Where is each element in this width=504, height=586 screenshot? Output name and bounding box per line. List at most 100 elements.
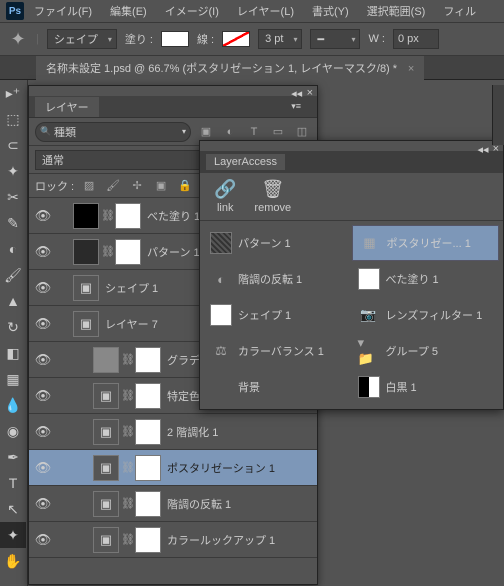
lock-all-icon[interactable]: 🔒 <box>176 177 194 195</box>
filter-adjust-icon[interactable]: ◐ <box>221 123 239 141</box>
visibility-icon[interactable]: 👁 <box>33 208 53 224</box>
shape-tool[interactable]: ✦ <box>0 522 26 548</box>
visibility-icon[interactable]: 👁 <box>33 532 53 548</box>
link-icon: ⛓ <box>121 497 135 510</box>
menu-type[interactable]: 書式(Y) <box>304 1 357 21</box>
visibility-icon[interactable]: 👁 <box>33 244 53 260</box>
visibility-icon[interactable]: 👁 <box>33 388 53 404</box>
shape-mode-dropdown[interactable]: シェイプ <box>47 29 117 49</box>
move-tool[interactable]: ▸⁺ <box>0 80 26 106</box>
path-tool[interactable]: ↖ <box>0 496 26 522</box>
access-item[interactable]: ▾📁グループ 5 <box>352 333 500 369</box>
visibility-icon[interactable]: 👁 <box>33 496 53 512</box>
heal-tool[interactable]: ◐ <box>0 236 26 262</box>
remove-button[interactable]: 🗑remove <box>254 179 291 214</box>
panel-menu-icon[interactable]: ◂◂ <box>478 143 489 149</box>
lock-artboard-icon[interactable]: ▣ <box>152 177 170 195</box>
mask-thumb <box>135 491 161 517</box>
layer-thumb: ▣ <box>73 275 99 301</box>
pen-tool[interactable]: ✒ <box>0 444 26 470</box>
width-input[interactable] <box>393 29 439 49</box>
layer-name: ポスタリゼーション 1 <box>163 460 313 476</box>
access-item[interactable]: ▦ポスタリゼー... 1 <box>352 225 500 261</box>
trash-icon: 🗑 <box>261 179 284 200</box>
link-icon: ⛓ <box>121 461 135 474</box>
options-bar: ✦ | シェイプ 塗り : 線 : 3 pt ━ W : <box>0 22 504 56</box>
blur-tool[interactable]: 💧 <box>0 392 26 418</box>
lock-transparent-icon[interactable]: ▨ <box>80 177 98 195</box>
filter-type-icon[interactable]: T <box>245 123 263 141</box>
visibility-icon[interactable]: 👁 <box>33 460 53 476</box>
dodge-tool[interactable]: ◉ <box>0 418 26 444</box>
fill-swatch[interactable] <box>161 31 189 47</box>
item-label: カラーバランス 1 <box>238 343 324 359</box>
visibility-icon[interactable]: 👁 <box>33 352 53 368</box>
item-label: ポスタリゼー... 1 <box>387 235 471 251</box>
layer-row[interactable]: 👁▣⛓階調の反転 1 <box>29 486 317 522</box>
marquee-tool[interactable]: ⬚ <box>0 106 26 132</box>
tool-panel: ▸⁺ ⬚ ⊂ ✦ ✂ ✎ ◐ 🖌 ▲ ↻ ◧ ▦ 💧 ◉ ✒ T ↖ ✦ ✋ <box>0 80 28 586</box>
brush-tool[interactable]: 🖌 <box>0 262 26 288</box>
access-item[interactable]: ⚖カラーバランス 1 <box>204 333 352 369</box>
wand-tool[interactable]: ✦ <box>0 158 26 184</box>
visibility-icon[interactable]: 👁 <box>33 280 53 296</box>
menu-image[interactable]: イメージ(I) <box>157 1 227 21</box>
layeraccess-tab[interactable]: LayerAccess <box>206 154 285 170</box>
menu-layer[interactable]: レイヤー(L) <box>229 1 302 21</box>
access-item[interactable]: べた塗り 1 <box>352 261 500 297</box>
menu-file[interactable]: ファイル(F) <box>26 1 100 21</box>
lasso-tool[interactable]: ⊂ <box>0 132 26 158</box>
close-icon[interactable]: × <box>408 63 414 75</box>
panel-menu-icon[interactable]: ▾≡ <box>281 99 311 114</box>
access-item[interactable]: 📷レンズフィルター 1 <box>352 297 500 333</box>
visibility-icon[interactable]: 👁 <box>33 316 53 332</box>
stroke-style[interactable]: ━ <box>310 29 360 49</box>
mask-thumb <box>135 419 161 445</box>
link-button[interactable]: 🔗link <box>214 179 236 214</box>
gradient-tool[interactable]: ▦ <box>0 366 26 392</box>
close-icon[interactable]: × <box>307 87 313 95</box>
item-thumb <box>210 304 232 326</box>
access-item[interactable]: パターン 1 <box>204 225 352 261</box>
filter-smart-icon[interactable]: ◫ <box>293 123 311 141</box>
mask-thumb <box>115 203 141 229</box>
type-tool[interactable]: T <box>0 470 26 496</box>
stamp-tool[interactable]: ▲ <box>0 288 26 314</box>
history-brush-tool[interactable]: ↻ <box>0 314 26 340</box>
layer-row[interactable]: 👁▣⛓カラールックアップ 1 <box>29 522 317 558</box>
access-item[interactable]: ◐階調の反転 1 <box>204 261 352 297</box>
visibility-icon[interactable]: 👁 <box>33 424 53 440</box>
mask-thumb <box>135 527 161 553</box>
menu-select[interactable]: 選択範囲(S) <box>359 1 434 21</box>
access-item[interactable]: シェイプ 1 <box>204 297 352 333</box>
layer-thumb: ▣ <box>93 455 119 481</box>
access-item[interactable]: 白黒 1 <box>352 369 500 405</box>
menu-bar: Ps ファイル(F) 編集(E) イメージ(I) レイヤー(L) 書式(Y) 選… <box>0 0 504 22</box>
layer-thumb <box>93 347 119 373</box>
item-label: シェイプ 1 <box>238 307 291 323</box>
filter-shape-icon[interactable]: ▭ <box>269 123 287 141</box>
eraser-tool[interactable]: ◧ <box>0 340 26 366</box>
eyedropper-tool[interactable]: ✎ <box>0 210 26 236</box>
layer-row[interactable]: 👁▣⛓2 階調化 1 <box>29 414 317 450</box>
layers-tab[interactable]: レイヤー <box>35 97 99 117</box>
layer-filter-dropdown[interactable]: 種類 <box>35 122 191 142</box>
panel-menu-icon[interactable]: ◂◂ <box>291 87 302 95</box>
hand-tool[interactable]: ✋ <box>0 548 26 574</box>
stroke-swatch[interactable] <box>222 31 250 47</box>
document-tab-bar: 名称未設定 1.psd @ 66.7% (ポスタリゼーション 1, レイヤーマス… <box>0 56 504 80</box>
stroke-width[interactable]: 3 pt <box>258 29 302 49</box>
filter-image-icon[interactable]: ▣ <box>197 123 215 141</box>
collapsed-panel[interactable] <box>492 85 504 145</box>
document-tab[interactable]: 名称未設定 1.psd @ 66.7% (ポスタリゼーション 1, レイヤーマス… <box>36 56 424 80</box>
layer-thumb: ▣ <box>93 383 119 409</box>
link-icon: ⛓ <box>101 209 115 222</box>
lock-image-icon[interactable]: 🖌 <box>104 177 122 195</box>
lock-position-icon[interactable]: ✢ <box>128 177 146 195</box>
access-item[interactable]: 背景 <box>204 369 352 405</box>
menu-filter[interactable]: フィル <box>435 1 484 21</box>
layer-thumb <box>73 239 99 265</box>
crop-tool[interactable]: ✂ <box>0 184 26 210</box>
layer-row[interactable]: 👁 ▣⛓ ポスタリゼーション 1 <box>29 450 317 486</box>
menu-edit[interactable]: 編集(E) <box>102 1 155 21</box>
